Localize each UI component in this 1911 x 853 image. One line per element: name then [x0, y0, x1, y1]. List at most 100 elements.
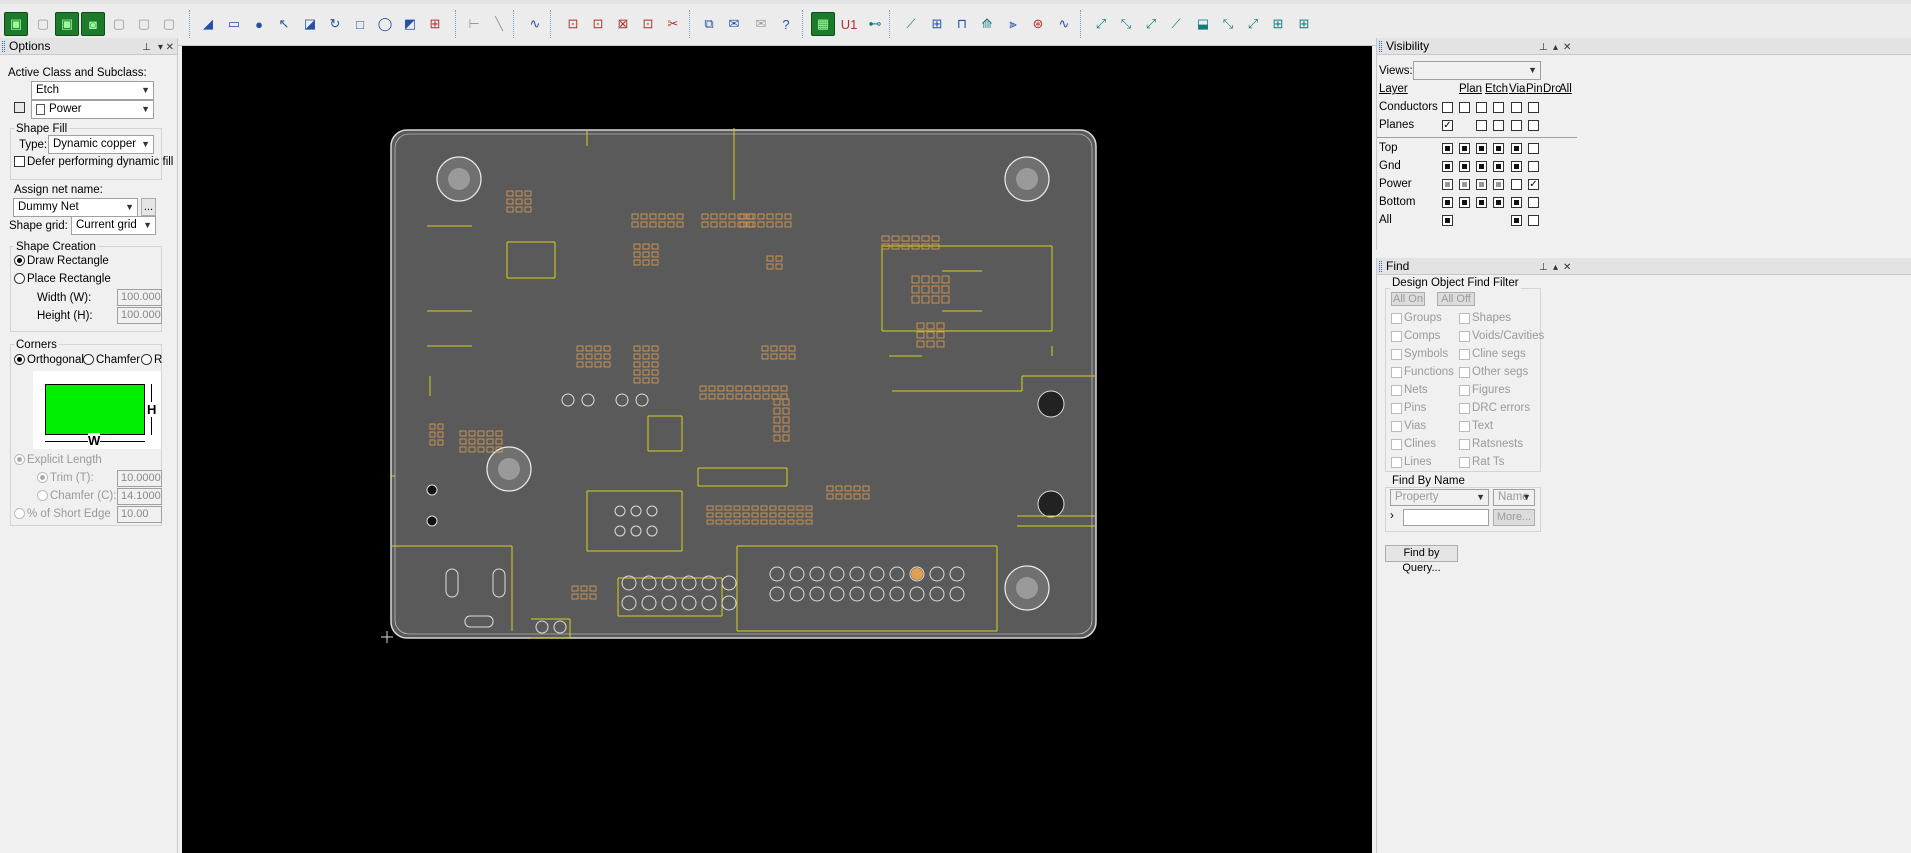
property-select[interactable]: Property ▼: [1390, 489, 1489, 506]
find-more-button[interactable]: More...: [1493, 509, 1535, 526]
chamfer-c-radio[interactable]: [37, 490, 48, 501]
visibility-checkbox[interactable]: [1511, 161, 1522, 172]
shape-islands-icon[interactable]: ▢: [157, 12, 181, 36]
views-select[interactable]: ▼: [1413, 61, 1541, 80]
short-edge-radio[interactable]: [14, 508, 25, 519]
find-checkbox-other-segs[interactable]: [1459, 367, 1470, 378]
visibility-checkbox[interactable]: [1511, 120, 1522, 131]
visibility-checkbox[interactable]: [1442, 197, 1453, 208]
width-input[interactable]: 100.00000: [117, 289, 162, 306]
visibility-checkbox[interactable]: [1511, 179, 1522, 190]
tune-icon[interactable]: ⊓: [950, 12, 974, 36]
route-i-icon[interactable]: ⊞: [1292, 12, 1316, 36]
visibility-header-plan[interactable]: Plan: [1459, 83, 1482, 95]
visibility-checkbox[interactable]: [1511, 102, 1522, 113]
circle-outline-icon[interactable]: ◯: [373, 12, 397, 36]
shape-merge-icon[interactable]: ◙: [81, 12, 105, 36]
merge-shapes-icon[interactable]: ⊞: [423, 12, 447, 36]
visibility-header-layer[interactable]: Layer: [1379, 83, 1408, 95]
orthogonal-radio[interactable]: [14, 354, 25, 365]
visibility-checkbox[interactable]: [1442, 215, 1453, 226]
visibility-checkbox[interactable]: [1459, 102, 1470, 113]
add-rect-icon[interactable]: ▭: [222, 12, 246, 36]
visibility-checkbox[interactable]: [1476, 143, 1487, 154]
visibility-header-via[interactable]: Via: [1509, 83, 1525, 95]
height-input[interactable]: 100.00000: [117, 307, 162, 324]
visibility-header-all[interactable]: All: [1559, 83, 1572, 95]
pin-icon[interactable]: ⊥: [142, 39, 151, 56]
visibility-checkbox[interactable]: [1442, 102, 1453, 113]
diff-pair-icon[interactable]: ⫸: [1001, 12, 1025, 36]
find-checkbox-groups[interactable]: [1391, 313, 1402, 324]
route-f-icon[interactable]: ⤡: [1216, 12, 1240, 36]
visibility-checkbox[interactable]: [1459, 197, 1470, 208]
name-select[interactable]: Name ▼: [1493, 489, 1535, 506]
shape-select-icon[interactable]: ▢: [31, 12, 55, 36]
route-d-icon[interactable]: ⟋: [1164, 12, 1188, 36]
close-icon[interactable]: ✕: [1563, 39, 1571, 56]
route-a-icon[interactable]: ⤢: [1089, 12, 1113, 36]
find-checkbox-pins[interactable]: [1391, 403, 1402, 414]
route-g-icon[interactable]: ⤢: [1241, 12, 1265, 36]
visibility-checkbox[interactable]: [1493, 161, 1504, 172]
square-icon[interactable]: □: [348, 12, 372, 36]
menu-chevron-icon[interactable]: ▾: [158, 39, 163, 56]
visibility-checkbox[interactable]: [1528, 143, 1539, 154]
visibility-header-pin[interactable]: Pin: [1526, 83, 1543, 95]
find-checkbox-voids-cavities[interactable]: [1459, 331, 1470, 342]
shape-edit-icon[interactable]: ▣: [55, 12, 79, 36]
find-checkbox-rat-ts[interactable]: [1459, 457, 1470, 468]
add-circle-icon[interactable]: ●: [247, 12, 271, 36]
find-checkbox-shapes[interactable]: [1459, 313, 1470, 324]
defer-fill-checkbox[interactable]: [14, 156, 25, 167]
visibility-checkbox[interactable]: [1528, 197, 1539, 208]
visibility-checkbox[interactable]: ✓: [1442, 120, 1453, 131]
visibility-checkbox[interactable]: [1493, 102, 1504, 113]
route-b-icon[interactable]: ⤡: [1114, 12, 1138, 36]
rotate-icon[interactable]: ↻: [323, 12, 347, 36]
route-h-icon[interactable]: ⊞: [1266, 12, 1290, 36]
place-rectangle-radio[interactable]: [14, 273, 25, 284]
mail-disabled-icon[interactable]: ✉: [749, 12, 773, 36]
visibility-checkbox[interactable]: [1528, 215, 1539, 226]
slide-icon[interactable]: ⟋: [899, 12, 923, 36]
dimension-icon[interactable]: ⊢: [462, 12, 486, 36]
grip-icon[interactable]: [1379, 41, 1382, 52]
route-e-icon[interactable]: ⬓: [1191, 12, 1215, 36]
visibility-checkbox[interactable]: [1528, 120, 1539, 131]
menu-chevron-icon[interactable]: ▴: [1553, 259, 1558, 276]
visibility-checkbox[interactable]: [1476, 120, 1487, 131]
find-checkbox-ratsnests[interactable]: [1459, 439, 1470, 450]
chamfer-radio[interactable]: [83, 354, 94, 365]
draw-rectangle-radio[interactable]: [14, 255, 25, 266]
design-canvas[interactable]: [182, 46, 1372, 853]
find-checkbox-comps[interactable]: [1391, 331, 1402, 342]
visibility-checkbox[interactable]: [1511, 215, 1522, 226]
route-c-icon[interactable]: ⤢: [1139, 12, 1163, 36]
component-add-icon[interactable]: ⊡: [561, 12, 585, 36]
all-off-button[interactable]: All Off: [1437, 292, 1475, 306]
mail-icon[interactable]: ✉: [722, 12, 746, 36]
visibility-checkbox[interactable]: [1476, 102, 1487, 113]
via-array-icon[interactable]: ⊛: [1026, 12, 1050, 36]
find-checkbox-functions[interactable]: [1391, 367, 1402, 378]
visibility-checkbox[interactable]: [1493, 197, 1504, 208]
select-arrow-icon[interactable]: ↖: [272, 12, 296, 36]
explicit-length-radio[interactable]: [14, 454, 25, 465]
visibility-checkbox[interactable]: [1442, 143, 1453, 154]
all-on-button[interactable]: All On: [1391, 292, 1425, 306]
visibility-checkbox[interactable]: [1528, 161, 1539, 172]
close-icon[interactable]: ✕: [166, 39, 174, 56]
component-delete-icon[interactable]: ✂: [661, 12, 685, 36]
visibility-checkbox[interactable]: [1442, 161, 1453, 172]
find-by-query-button[interactable]: Find by Query...: [1385, 545, 1458, 574]
shape-void-icon[interactable]: ▢: [107, 12, 131, 36]
close-icon[interactable]: ✕: [1563, 259, 1571, 276]
copy-icon[interactable]: ⧉: [697, 12, 721, 36]
find-checkbox-drc-errors[interactable]: [1459, 403, 1470, 414]
spread-icon[interactable]: ⟰: [975, 12, 999, 36]
place-component-icon[interactable]: ▦: [811, 12, 835, 36]
visibility-checkbox[interactable]: [1493, 143, 1504, 154]
add-line-icon[interactable]: ◢: [196, 12, 220, 36]
chamfer-c-input[interactable]: 14.10000: [117, 488, 162, 505]
